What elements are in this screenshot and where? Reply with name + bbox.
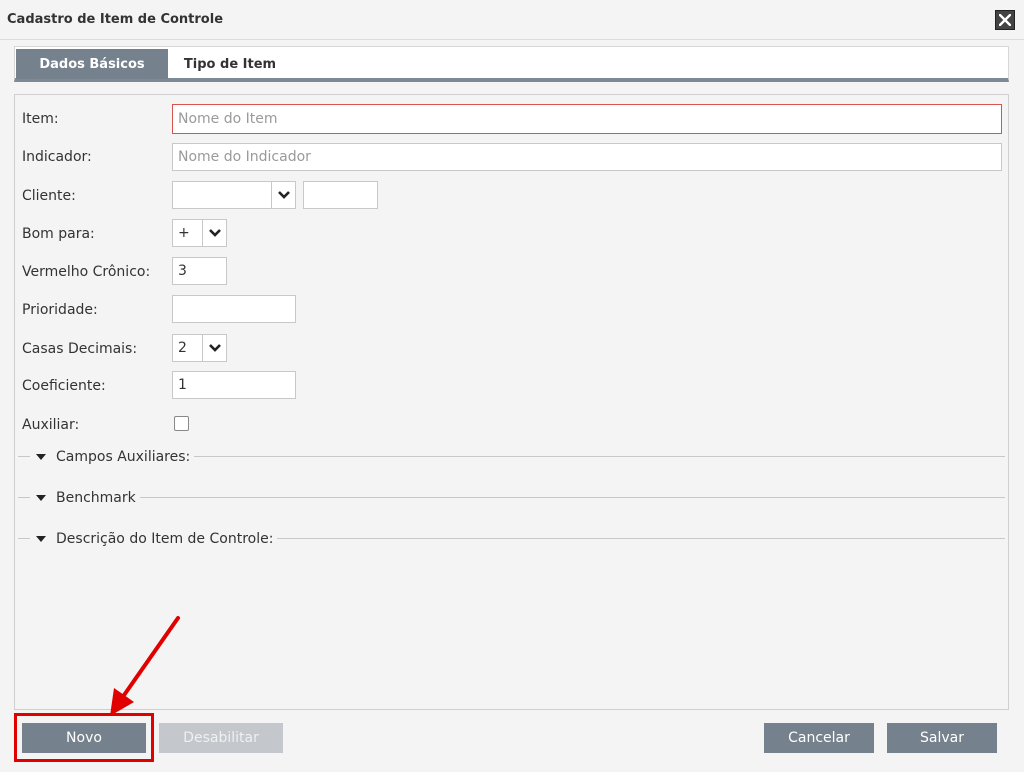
bom-para-dropdown-button[interactable] bbox=[203, 219, 227, 247]
chevron-down-icon bbox=[277, 191, 290, 199]
cancelar-button[interactable]: Cancelar bbox=[764, 723, 874, 753]
vermelho-cronico-label: Vermelho Crônico: bbox=[22, 264, 151, 280]
item-label: Item: bbox=[22, 111, 59, 127]
caret-down-icon bbox=[36, 536, 46, 542]
chevron-down-icon bbox=[208, 344, 221, 352]
casas-decimais-select[interactable]: 2 bbox=[172, 334, 227, 362]
tab-dados-basicos[interactable]: Dados Básicos bbox=[16, 49, 168, 79]
section-divider bbox=[18, 497, 1005, 498]
casas-decimais-dropdown-button[interactable] bbox=[203, 334, 227, 362]
cliente-select[interactable] bbox=[172, 181, 296, 209]
section-benchmark[interactable]: Benchmark bbox=[18, 488, 1005, 508]
close-button[interactable] bbox=[995, 10, 1015, 30]
dialog-title: Cadastro de Item de Controle bbox=[7, 12, 224, 27]
dialog-titlebar: Cadastro de Item de Controle bbox=[0, 0, 1024, 40]
prioridade-label: Prioridade: bbox=[22, 302, 98, 318]
section-label: Descrição do Item de Controle: bbox=[56, 531, 274, 547]
coeficiente-label: Coeficiente: bbox=[22, 378, 106, 394]
item-input[interactable] bbox=[172, 104, 1002, 134]
cliente-label: Cliente: bbox=[22, 188, 76, 204]
casas-decimais-value: 2 bbox=[172, 334, 203, 362]
form-panel bbox=[14, 94, 1009, 710]
bom-para-select[interactable]: + bbox=[172, 219, 227, 247]
tab-strip: Dados Básicos Tipo de Item bbox=[14, 46, 1009, 82]
coeficiente-input[interactable]: 1 bbox=[172, 371, 296, 399]
auxiliar-label: Auxiliar: bbox=[22, 417, 80, 433]
salvar-button[interactable]: Salvar bbox=[887, 723, 997, 753]
auxiliar-checkbox[interactable] bbox=[174, 416, 189, 431]
section-label: Benchmark bbox=[56, 490, 136, 506]
section-descricao[interactable]: Descrição do Item de Controle: bbox=[18, 529, 1005, 549]
cliente-dropdown-button[interactable] bbox=[272, 181, 296, 209]
cliente-select-value bbox=[172, 181, 272, 209]
vermelho-cronico-input[interactable]: 3 bbox=[172, 257, 227, 285]
indicador-label: Indicador: bbox=[22, 149, 92, 165]
tab-tipo-de-item[interactable]: Tipo de Item bbox=[175, 49, 285, 79]
section-label: Campos Auxiliares: bbox=[56, 449, 191, 465]
section-campos-auxiliares[interactable]: Campos Auxiliares: bbox=[18, 447, 1005, 467]
close-icon bbox=[999, 14, 1011, 26]
caret-down-icon bbox=[36, 495, 46, 501]
desabilitar-button[interactable]: Desabilitar bbox=[159, 723, 283, 753]
bom-para-label: Bom para: bbox=[22, 226, 95, 242]
novo-button[interactable]: Novo bbox=[22, 723, 146, 753]
prioridade-input[interactable] bbox=[172, 295, 296, 323]
indicador-input[interactable] bbox=[172, 143, 1002, 171]
casas-decimais-label: Casas Decimais: bbox=[22, 341, 138, 357]
cliente-code-input[interactable] bbox=[303, 181, 378, 209]
chevron-down-icon bbox=[208, 229, 221, 237]
bom-para-value: + bbox=[172, 219, 203, 247]
caret-down-icon bbox=[36, 454, 46, 460]
